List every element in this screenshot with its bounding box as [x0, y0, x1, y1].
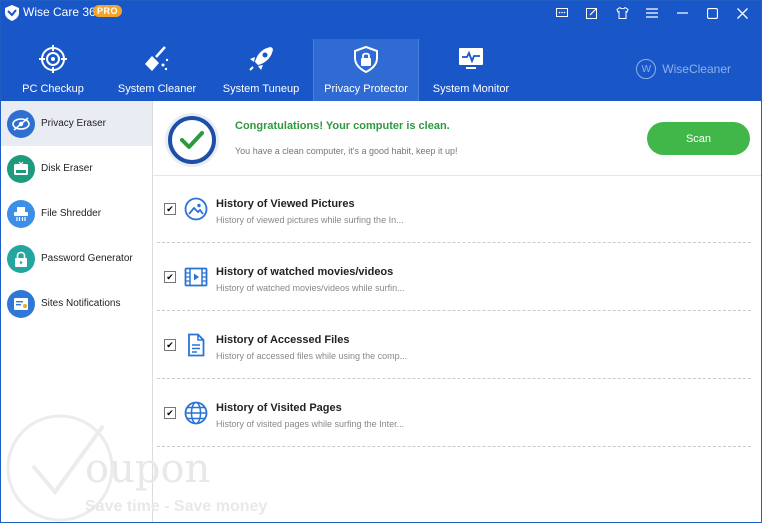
globe-icon: [184, 401, 208, 425]
item-checkbox[interactable]: ✔: [164, 407, 176, 419]
monitor-icon: [459, 48, 483, 69]
lock-shield-icon: [354, 45, 378, 73]
pro-badge: PRO: [93, 5, 123, 17]
sidebar-item-disk-eraser[interactable]: Disk Eraser: [1, 146, 152, 191]
item-description: History of viewed pictures while surfing…: [216, 215, 404, 225]
item-description: History of visited pages while surfing t…: [216, 419, 405, 429]
tab-system-tuneup[interactable]: System Tuneup: [209, 39, 313, 101]
tab-label: System Cleaner: [117, 83, 197, 95]
sidebar-item-sites-notifications[interactable]: Sites Notifications: [1, 281, 152, 326]
target-icon: [39, 45, 67, 73]
tab-label: PC Checkup: [22, 83, 84, 95]
minimize-icon[interactable]: [669, 3, 695, 23]
app-window: Wise Care 365 PRO PC Checkup System Clea…: [0, 0, 762, 523]
app-title: Wise Care 365: [23, 5, 103, 19]
broom-icon: [145, 46, 169, 71]
rocket-icon: [249, 47, 273, 71]
image-icon: [184, 197, 208, 221]
sidebar-item-label: File Shredder: [41, 208, 102, 219]
sidebar-item-label: Sites Notifications: [41, 298, 121, 309]
padlock-icon: [7, 244, 35, 273]
header: Wise Care 365 PRO PC Checkup System Clea…: [1, 1, 761, 101]
notification-icon: [7, 289, 35, 318]
wisecleaner-brand[interactable]: W WiseCleaner: [636, 59, 731, 79]
item-title: History of Accessed Files: [216, 334, 350, 346]
sidebar-item-privacy-eraser[interactable]: Privacy Eraser: [1, 101, 152, 146]
list-item: ✔ History of Visited Pages History of vi…: [153, 379, 753, 447]
tab-label: System Tuneup: [222, 83, 300, 95]
scan-button[interactable]: Scan: [647, 122, 750, 155]
maximize-icon[interactable]: [699, 3, 725, 23]
sidebar-item-label: Password Generator: [41, 253, 133, 264]
window-controls: [549, 3, 755, 23]
shirt-icon[interactable]: [609, 3, 635, 23]
app-logo-icon: [5, 5, 19, 21]
wisecleaner-logo-icon: W: [636, 59, 657, 79]
sidebar: Privacy Eraser Disk Eraser File Shredder…: [1, 101, 153, 522]
title-bar: Wise Care 365 PRO: [1, 1, 761, 25]
list-item: ✔ History of Accessed Files History of a…: [153, 311, 753, 379]
list-item: ✔ History of watched movies/videos Histo…: [153, 243, 753, 311]
item-title: History of Viewed Pictures: [216, 198, 355, 210]
brand-label: WiseCleaner: [662, 62, 731, 76]
tab-pc-checkup[interactable]: PC Checkup: [1, 39, 105, 101]
item-description: History of watched movies/videos while s…: [216, 283, 405, 293]
sidebar-item-label: Privacy Eraser: [41, 118, 107, 129]
tab-label: System Monitor: [432, 83, 510, 95]
divider: [157, 446, 751, 447]
sidebar-item-file-shredder[interactable]: File Shredder: [1, 191, 152, 236]
item-description: History of accessed files while using th…: [216, 351, 408, 361]
item-checkbox[interactable]: ✔: [164, 271, 176, 283]
item-checkbox[interactable]: ✔: [164, 203, 176, 215]
clean-status-icon: [165, 113, 219, 167]
close-icon[interactable]: [729, 3, 755, 23]
status-banner: Congratulations! Your computer is clean.…: [153, 101, 761, 176]
list-item: ✔ History of Viewed Pictures History of …: [153, 175, 753, 243]
tab-privacy-protector[interactable]: Privacy Protector: [313, 39, 419, 101]
item-title: History of Visited Pages: [216, 402, 342, 414]
menu-icon[interactable]: [639, 3, 665, 23]
sidebar-item-password-generator[interactable]: Password Generator: [1, 236, 152, 281]
item-title: History of watched movies/videos: [216, 266, 394, 278]
main-panel: Congratulations! Your computer is clean.…: [153, 101, 761, 522]
tab-system-monitor[interactable]: System Monitor: [419, 39, 523, 101]
tab-system-cleaner[interactable]: System Cleaner: [105, 39, 209, 101]
edit-icon[interactable]: [579, 3, 605, 23]
tab-label: Privacy Protector: [324, 83, 408, 95]
chat-icon[interactable]: [549, 3, 575, 23]
film-icon: [184, 267, 208, 287]
status-title: Congratulations! Your computer is clean.: [235, 120, 450, 132]
status-subtitle: You have a clean computer, it's a good h…: [235, 146, 458, 156]
shredder-icon: [7, 199, 35, 228]
item-checkbox[interactable]: ✔: [164, 339, 176, 351]
sidebar-item-label: Disk Eraser: [41, 163, 93, 174]
eye-slash-icon: [7, 109, 35, 138]
document-icon: [188, 333, 205, 357]
disk-icon: [7, 154, 35, 183]
